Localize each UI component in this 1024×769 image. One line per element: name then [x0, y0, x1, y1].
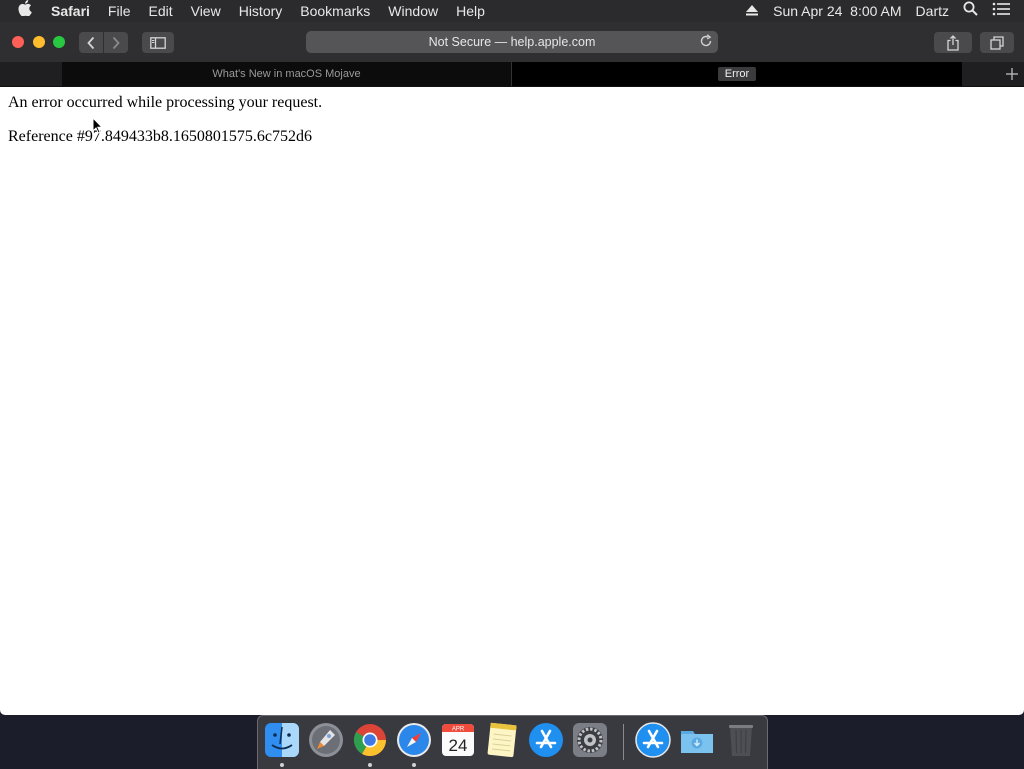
tab-whats-new[interactable]: What's New in macOS Mojave — [62, 62, 512, 86]
chevron-right-icon — [112, 36, 120, 49]
error-message: An error occurred while processing your … — [8, 94, 323, 111]
calendar-day: 24 — [449, 736, 468, 755]
dock: APR 24 — [257, 715, 768, 769]
show-all-tabs-button[interactable] — [980, 32, 1014, 53]
mouse-pointer-icon — [92, 116, 104, 139]
app-store-icon[interactable] — [528, 722, 564, 758]
back-button[interactable] — [79, 32, 103, 53]
address-text: Not Secure — help.apple.com — [428, 35, 596, 49]
chrome-icon[interactable] — [352, 722, 388, 758]
safari-icon[interactable] — [396, 722, 432, 758]
trash-icon[interactable] — [723, 722, 759, 758]
menu-edit[interactable]: Edit — [139, 0, 181, 22]
tab-title: What's New in macOS Mojave — [212, 68, 361, 80]
menu-app-safari[interactable]: Safari — [42, 0, 99, 22]
calendar-icon[interactable]: APR 24 — [440, 722, 476, 758]
notes-icon[interactable] — [484, 722, 520, 758]
error-reference: Reference #97.849433b8.1650801575.6c752d… — [8, 128, 312, 145]
close-window-button[interactable] — [12, 36, 24, 48]
finder-icon[interactable] — [264, 722, 300, 758]
running-indicator — [368, 763, 372, 767]
tab-error[interactable]: Error — [512, 62, 962, 86]
running-indicator — [412, 763, 416, 767]
zoom-window-button[interactable] — [53, 36, 65, 48]
menu-history[interactable]: History — [230, 0, 292, 22]
menu-bar: Safari File Edit View History Bookmarks … — [0, 0, 1024, 22]
spotlight-search-icon[interactable] — [956, 0, 985, 22]
minimize-window-button[interactable] — [33, 36, 45, 48]
launchpad-icon[interactable] — [308, 722, 344, 758]
plus-icon — [1006, 68, 1018, 80]
menu-file[interactable]: File — [99, 0, 140, 22]
menu-bookmarks[interactable]: Bookmarks — [291, 0, 379, 22]
system-preferences-icon[interactable] — [572, 722, 608, 758]
forward-button[interactable] — [104, 32, 128, 53]
chevron-left-icon — [87, 36, 95, 49]
running-indicator — [280, 763, 284, 767]
tab-title: Error — [717, 67, 757, 81]
web-page-content: An error occurred while processing your … — [0, 87, 1024, 715]
menu-clock[interactable]: Sun Apr 24 8:00 AM — [766, 0, 908, 22]
menu-view[interactable]: View — [182, 0, 230, 22]
menu-user[interactable]: Dartz — [909, 0, 956, 22]
eject-icon[interactable] — [738, 0, 766, 22]
sidebar-icon — [150, 36, 166, 49]
address-bar[interactable]: Not Secure — help.apple.com — [306, 31, 718, 53]
tabs-overview-icon — [990, 35, 1004, 50]
reload-icon[interactable] — [699, 34, 713, 51]
menu-help[interactable]: Help — [447, 0, 494, 22]
new-tab-button[interactable] — [1000, 62, 1024, 86]
sidebar-toggle-button[interactable] — [142, 32, 174, 53]
share-icon — [947, 34, 959, 51]
menu-window[interactable]: Window — [379, 0, 447, 22]
downloads-folder-icon[interactable] — [679, 722, 715, 758]
app-store-folder-icon[interactable] — [635, 722, 671, 758]
notification-center-icon[interactable] — [985, 0, 1024, 22]
dock-separator — [623, 724, 624, 760]
calendar-month: APR — [452, 727, 465, 733]
safari-toolbar: Not Secure — help.apple.com — [0, 22, 1024, 63]
apple-menu-icon[interactable] — [0, 0, 42, 22]
tab-bar: What's New in macOS Mojave Error — [0, 62, 1024, 87]
share-button[interactable] — [934, 32, 972, 53]
